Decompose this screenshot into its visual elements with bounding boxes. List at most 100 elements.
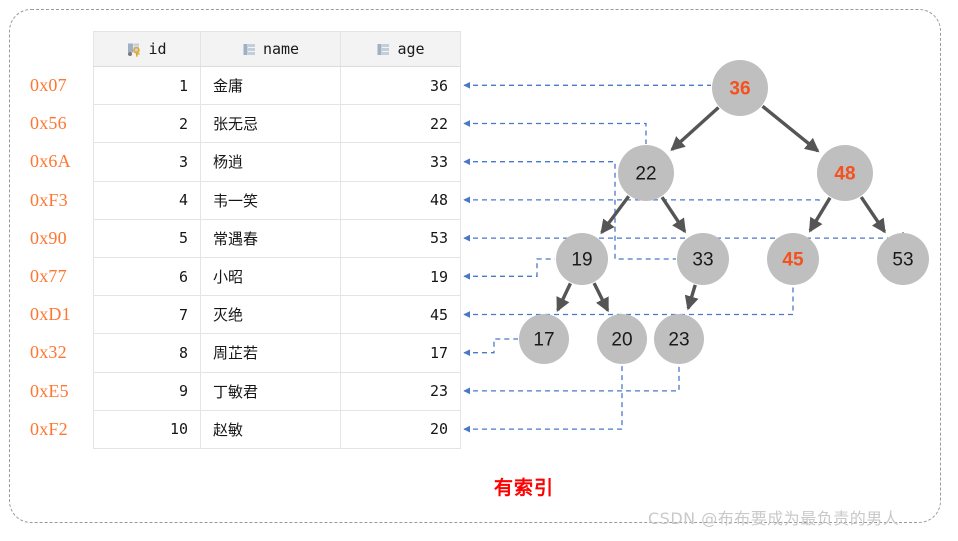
- tree-node-label: 45: [782, 250, 804, 271]
- tree-node-circle: [519, 314, 569, 364]
- column-header-age[interactable]: age: [340, 31, 461, 67]
- tree-node-label: 20: [611, 330, 632, 351]
- row-address: 0x90: [30, 227, 67, 248]
- tree-edge: [660, 196, 687, 234]
- tree-node-label: 22: [635, 164, 656, 185]
- tree-edge: [592, 282, 610, 313]
- cell-age: 48: [340, 180, 461, 220]
- column-header-name-label: name: [262, 40, 300, 58]
- cell-name: 常遇春: [200, 218, 341, 258]
- table-header-row: id name age: [93, 31, 461, 67]
- tree-node-label: 53: [892, 250, 913, 271]
- tree-node-label: 17: [533, 330, 554, 351]
- tree-node-label: 33: [692, 250, 713, 271]
- table-row[interactable]: 5 常遇春 53: [93, 218, 461, 258]
- row-node-connector: [463, 258, 555, 280]
- row-address: 0x77: [30, 265, 67, 286]
- tree-node[interactable]: 48: [817, 145, 873, 201]
- row-address: 0x6A: [30, 151, 71, 172]
- column-header-id[interactable]: id: [93, 31, 201, 67]
- cell-id: 6: [93, 256, 201, 297]
- row-address: 0x32: [30, 342, 67, 363]
- primary-key-column-icon: [127, 42, 142, 57]
- cell-age: 36: [340, 65, 461, 106]
- cell-name: 赵敏: [200, 409, 341, 449]
- column-header-name[interactable]: name: [200, 31, 341, 67]
- tree-node[interactable]: 20: [597, 314, 647, 364]
- diagram-canvas: 0x07 0x56 0x6A 0xF3 0x90 0x77 0xD1 0x32 0xE5 0xF2: [0, 0, 958, 541]
- table-body: 1 金庸 36 2 张无忌 22 3 杨逍 33 4 韦一笑 48 5 常遇春 53 6 小昭 19 7 灭绝 45 8 周…: [93, 65, 461, 449]
- cell-name: 周芷若: [200, 333, 341, 373]
- tree-node[interactable]: 53: [877, 233, 929, 285]
- cell-age: 19: [340, 256, 461, 297]
- tree-node-label: 36: [729, 79, 750, 100]
- cell-name: 韦一笑: [200, 180, 341, 220]
- cell-age: 33: [340, 142, 461, 182]
- table-row[interactable]: 3 杨逍 33: [93, 142, 461, 182]
- tree-node[interactable]: 17: [519, 314, 569, 364]
- table-row[interactable]: 2 张无忌 22: [93, 104, 461, 144]
- row-node-connector: [463, 196, 820, 204]
- cell-name: 张无忌: [200, 104, 341, 144]
- tree-node-circle: [817, 145, 873, 201]
- cell-id: 8: [93, 333, 201, 373]
- caption-has-index: 有索引: [494, 477, 555, 499]
- tree-node-circle: [712, 60, 768, 116]
- tree-edge: [859, 196, 886, 234]
- tree-node-label: 23: [668, 330, 689, 351]
- cell-age: 45: [340, 295, 461, 335]
- table-row[interactable]: 1 金庸 36: [93, 65, 461, 106]
- tree-edge: [684, 284, 699, 311]
- tree-node[interactable]: 23: [654, 314, 704, 364]
- row-node-connector: [463, 365, 623, 433]
- row-address: 0xD1: [30, 304, 71, 325]
- cell-id: 10: [93, 409, 201, 449]
- cell-id: 5: [93, 218, 201, 258]
- cell-name: 杨逍: [200, 142, 341, 182]
- tree-edge: [670, 106, 720, 151]
- table-row[interactable]: 7 灭绝 45: [93, 295, 461, 335]
- cell-id: 9: [93, 371, 201, 411]
- cell-id: 1: [93, 65, 201, 106]
- cell-id: 3: [93, 142, 201, 182]
- cell-age: 53: [340, 218, 461, 258]
- row-address: 0xE5: [30, 380, 69, 401]
- cell-name: 丁敏君: [200, 371, 341, 411]
- cell-id: 4: [93, 180, 201, 220]
- table-row[interactable]: 6 小昭 19: [93, 256, 461, 297]
- cell-id: 2: [93, 104, 201, 144]
- table-row[interactable]: 4 韦一笑 48: [93, 180, 461, 220]
- tree-node-circle: [677, 233, 729, 285]
- tree-edge: [808, 196, 832, 233]
- tree-node[interactable]: 33: [677, 233, 729, 285]
- tree-edges: [556, 104, 886, 313]
- tree-node-circle: [618, 145, 674, 201]
- tree-node[interactable]: 22: [618, 145, 674, 201]
- tree-node-circle: [767, 233, 819, 285]
- tree-node-circle: [877, 233, 929, 285]
- table-row[interactable]: 9 丁敏君 23: [93, 371, 461, 411]
- tree-edge: [556, 282, 572, 313]
- data-table: id name age 1 金庸 36 2 张无忌 22 3 杨逍 33 4 韦…: [93, 31, 461, 449]
- column-header-id-label: id: [148, 40, 167, 58]
- tree-node[interactable]: 36: [712, 60, 768, 116]
- row-node-connector: [463, 232, 904, 242]
- row-node-connector: [463, 286, 794, 318]
- table-header: id name age: [93, 31, 461, 67]
- tree-node-circle: [597, 314, 647, 364]
- cell-age: 17: [340, 333, 461, 373]
- table-row[interactable]: 8 周芷若 17: [93, 333, 461, 373]
- tree-edge: [761, 104, 820, 153]
- row-address: 0xF2: [30, 418, 68, 439]
- row-address: 0x56: [30, 113, 67, 134]
- row-address: 0x07: [30, 75, 67, 95]
- cell-age: 23: [340, 371, 461, 411]
- tree-edge: [600, 195, 631, 235]
- tree-node[interactable]: 19: [556, 233, 608, 285]
- watermark: CSDN @布布要成为最负责的男人: [648, 509, 900, 528]
- tree-node[interactable]: 45: [767, 233, 819, 285]
- cell-name: 金庸: [200, 65, 341, 106]
- cell-name: 灭绝: [200, 295, 341, 335]
- cell-name: 小昭: [200, 256, 341, 297]
- table-row[interactable]: 10 赵敏 20: [93, 409, 461, 449]
